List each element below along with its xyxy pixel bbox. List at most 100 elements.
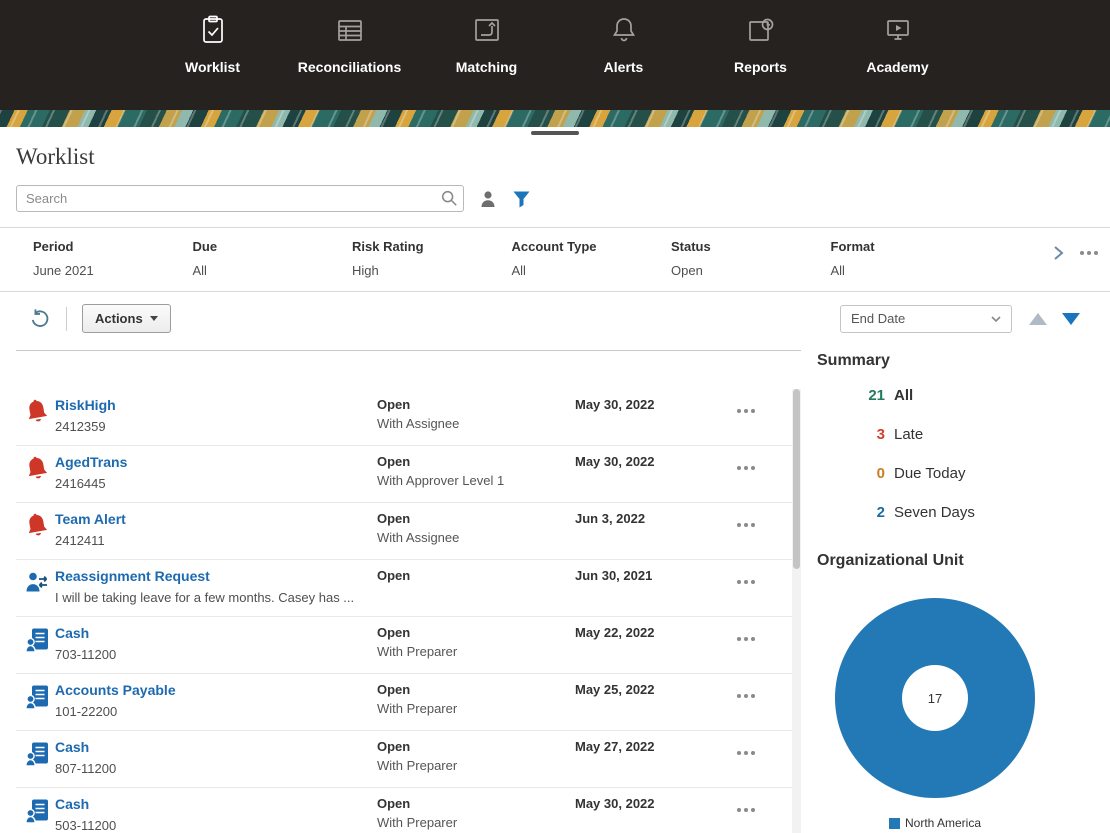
summary-label: All (894, 387, 914, 404)
alerts-icon (608, 14, 640, 46)
refresh-icon[interactable] (29, 308, 51, 330)
row-substatus: With Preparer (377, 815, 458, 830)
row-subtitle: 2412411 (55, 533, 105, 548)
filter-period[interactable]: Period June 2021 (33, 239, 193, 278)
row-status: Open (377, 796, 411, 811)
donut-chart[interactable]: 17 (835, 598, 1035, 798)
sort-ascending-button[interactable] (1029, 312, 1047, 325)
summary-item-late[interactable]: 3 Late (817, 426, 1094, 465)
worklist-row[interactable]: Cash 807-11200 Open With Preparer May 27… (16, 731, 801, 788)
reconciliation-icon (25, 628, 48, 653)
worklist-row[interactable]: AgedTrans 2416445 Open With Approver Lev… (16, 446, 801, 503)
worklist-row[interactable]: Accounts Payable 101-22200 Open With Pre… (16, 674, 801, 731)
filter-format[interactable]: Format All (831, 239, 991, 278)
org-unit-chart[interactable]: 17 North America (835, 598, 1035, 830)
row-title-link[interactable]: Cash (55, 625, 89, 641)
banner-collapse-handle[interactable] (531, 131, 579, 135)
worklist-row[interactable]: Cash 503-11200 Open With Preparer May 30… (16, 788, 801, 833)
row-title-link[interactable]: Cash (55, 796, 89, 812)
row-title-link[interactable]: Accounts Payable (55, 682, 176, 698)
reconciliations-icon (334, 14, 366, 46)
row-substatus: With Approver Level 1 (377, 473, 505, 488)
worklist-row[interactable]: Team Alert 2412411 Open With Assignee Ju… (16, 503, 801, 560)
summary-label: Late (894, 426, 924, 443)
row-status: Open (377, 568, 411, 583)
filter-risk-rating[interactable]: Risk Rating High (352, 239, 512, 278)
org-unit-title: Organizational Unit (817, 552, 964, 569)
search-icon[interactable] (440, 189, 458, 207)
worklist-row[interactable]: Cash 703-11200 Open With Preparer May 22… (16, 617, 801, 674)
row-end-date: May 30, 2022 (575, 796, 655, 811)
search-input[interactable] (16, 185, 464, 212)
chart-legend: North America (835, 816, 1035, 830)
summary-item-due-today[interactable]: 0 Due Today (817, 465, 1094, 504)
legend-swatch (888, 817, 900, 829)
nav-item-reports[interactable]: Reports (692, 0, 829, 75)
scrollbar-thumb[interactable] (793, 389, 800, 569)
summary-count: 3 (876, 426, 885, 443)
summary-item-all[interactable]: 21 All (817, 387, 1094, 426)
worklist-row[interactable]: RiskHigh 2412359 Open With Assignee May … (16, 389, 801, 446)
search-box (16, 185, 464, 212)
more-filters-icon[interactable] (1080, 251, 1098, 255)
actions-button[interactable]: Actions (82, 304, 171, 333)
donut-center-label: 17 (902, 665, 968, 731)
filter-status[interactable]: Status Open (671, 239, 831, 278)
nav-label: Alerts (603, 59, 644, 75)
row-title-link[interactable]: Team Alert (55, 511, 126, 527)
row-subtitle: 807-11200 (55, 761, 117, 776)
row-subtitle: 2412359 (55, 419, 106, 434)
summary-count: 0 (876, 465, 885, 482)
row-end-date: May 30, 2022 (575, 397, 655, 412)
reconciliation-icon (25, 799, 48, 824)
nav-item-matching[interactable]: Matching (418, 0, 555, 75)
summary-title: Summary (817, 352, 890, 369)
row-title-link[interactable]: AgedTrans (55, 454, 127, 470)
caret-down-icon (149, 316, 158, 321)
filter-label: Period (33, 239, 74, 254)
row-subtitle: 703-11200 (55, 647, 117, 662)
alert-bell-icon (28, 456, 48, 479)
toolbar-divider (66, 306, 67, 331)
row-substatus: With Assignee (377, 416, 460, 431)
worklist-row[interactable]: Reassignment Request I will be taking le… (16, 560, 801, 617)
list-scrollbar[interactable] (792, 389, 801, 833)
chevron-down-icon (991, 315, 1001, 322)
nav-item-reconciliations[interactable]: Reconciliations (281, 0, 418, 75)
nav-item-alerts[interactable]: Alerts (555, 0, 692, 75)
worklist-panel: RiskHigh 2412359 Open With Assignee May … (16, 350, 801, 833)
row-subtitle: 2416445 (55, 476, 106, 491)
nav-item-academy[interactable]: Academy (829, 0, 966, 75)
nav-label: Academy (866, 59, 929, 75)
row-title-link[interactable]: Reassignment Request (55, 568, 210, 584)
row-end-date: May 27, 2022 (575, 739, 655, 754)
row-title-link[interactable]: RiskHigh (55, 397, 116, 413)
filter-due[interactable]: Due All (193, 239, 353, 278)
summary-item-seven-days[interactable]: 2 Seven Days (817, 504, 1094, 543)
row-subtitle: I will be taking leave for a few months.… (55, 590, 355, 605)
summary-panel: Summary 21 All 3 Late 0 Due Today 2 Seve… (817, 350, 1094, 833)
row-subtitle: 503-11200 (55, 818, 117, 833)
top-navigation: Worklist Reconciliations Matching Alerts (0, 0, 1110, 110)
nav-item-worklist[interactable]: Worklist (144, 0, 281, 75)
filter-account-type[interactable]: Account Type All (512, 239, 672, 278)
my-worklist-user-icon[interactable] (479, 190, 497, 208)
row-substatus: With Preparer (377, 701, 458, 716)
row-substatus: With Preparer (377, 758, 458, 773)
sort-descending-button[interactable] (1062, 312, 1080, 325)
chevron-right-icon[interactable] (1050, 244, 1066, 262)
row-type-icon (25, 627, 49, 653)
worklist-rows: RiskHigh 2412359 Open With Assignee May … (16, 389, 801, 833)
legend-label: North America (904, 816, 982, 830)
nav-label: Reports (734, 59, 787, 75)
row-title-link[interactable]: Cash (55, 739, 89, 755)
row-type-icon (25, 570, 49, 596)
sort-field-select[interactable]: End Date (840, 304, 1012, 333)
row-subtitle: 101-22200 (55, 704, 118, 719)
filter-value: All (511, 263, 526, 278)
reconciliation-icon (25, 685, 48, 710)
worklist-icon (197, 14, 229, 46)
nav-label: Reconciliations (297, 59, 402, 75)
row-status: Open (377, 397, 411, 412)
filter-icon[interactable] (512, 190, 531, 208)
